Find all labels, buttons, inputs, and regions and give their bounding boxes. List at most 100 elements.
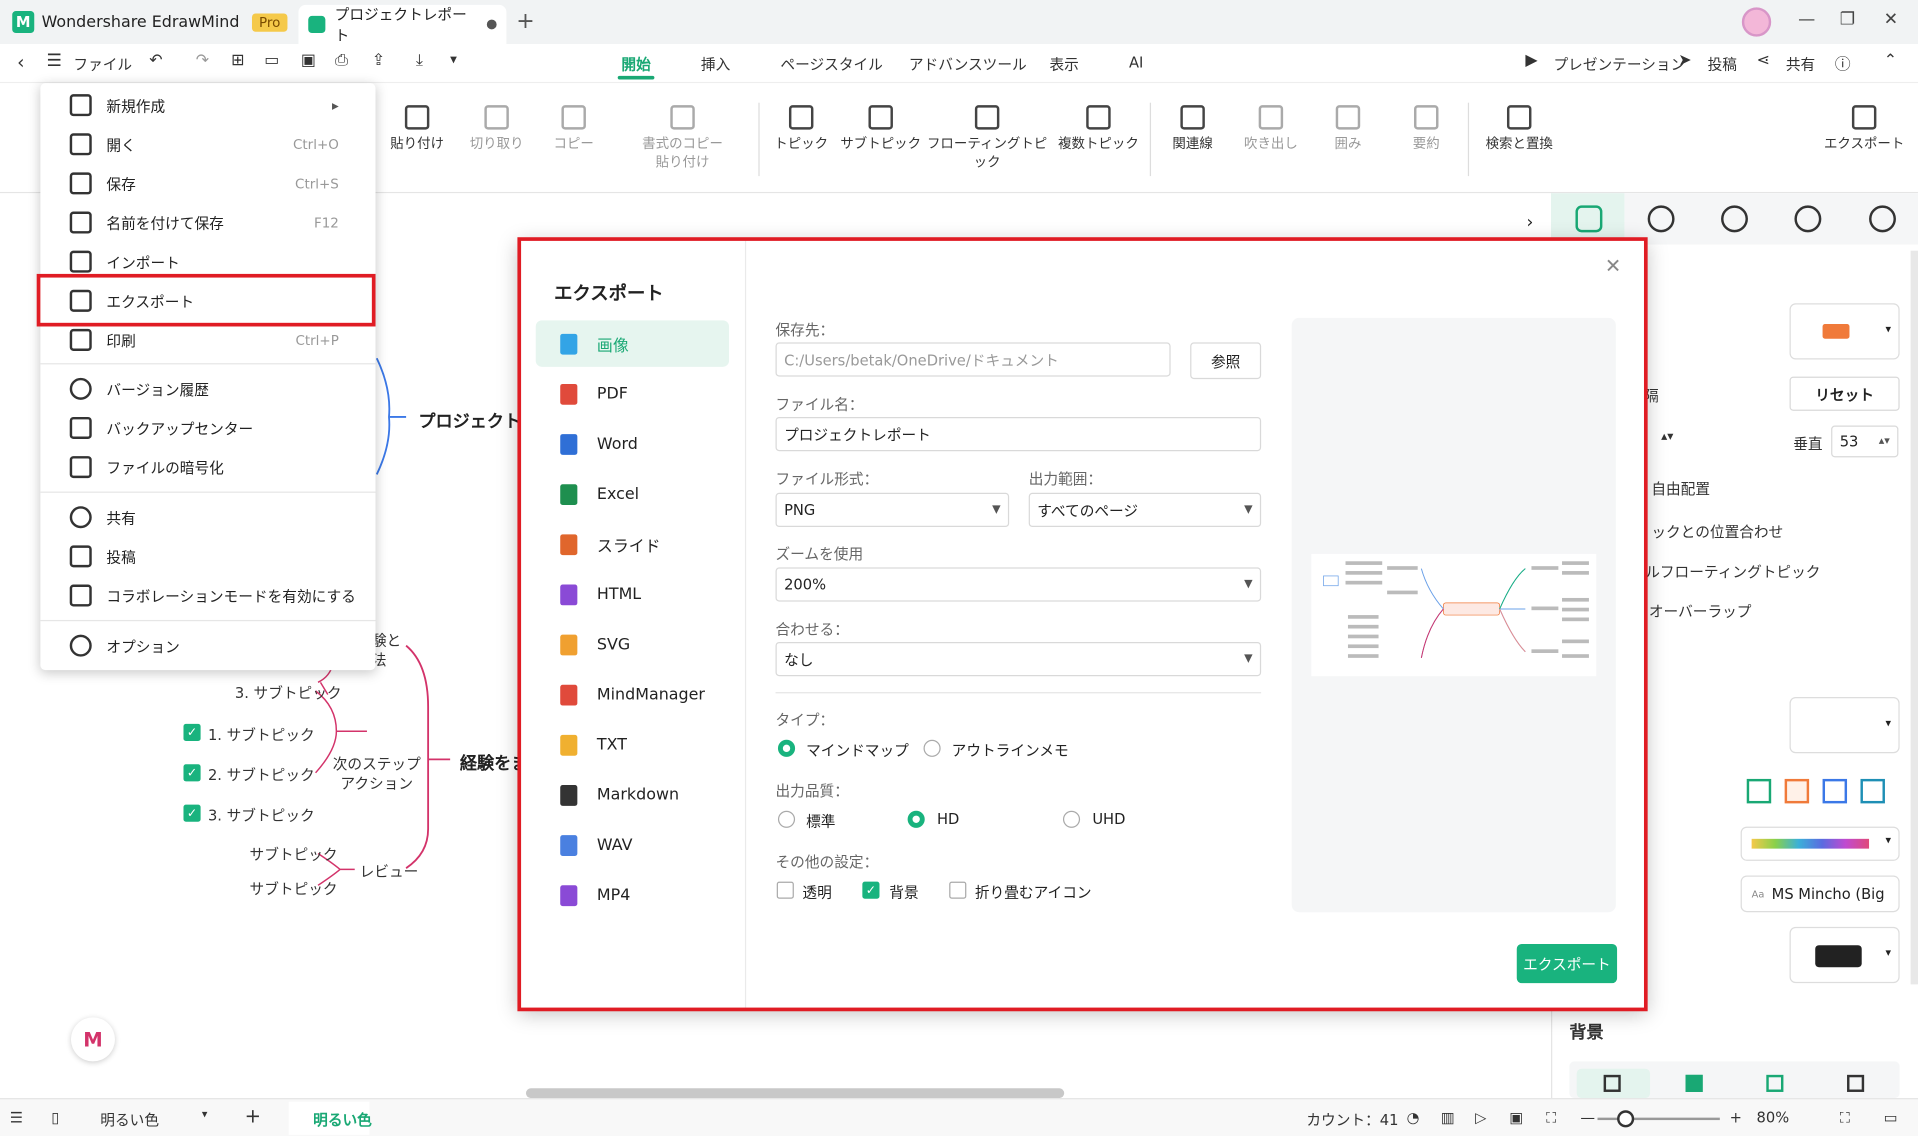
subtopic[interactable]: 1. サブトピック xyxy=(208,724,315,745)
page-icon[interactable]: ▯ xyxy=(51,1109,59,1126)
find-replace-button[interactable]: 検索と置換 xyxy=(1470,105,1568,153)
subtopic[interactable]: 3. サブトピック xyxy=(235,682,342,703)
task-checkbox[interactable]: ✓ xyxy=(183,804,201,822)
zoom-slider[interactable] xyxy=(1597,1117,1720,1121)
vertical-spacing-input[interactable]: 53 ▴▾ xyxy=(1831,425,1899,458)
menu-item-backup-center[interactable]: バックアップセンター xyxy=(40,408,375,447)
chevron-down-icon[interactable]: ▾ xyxy=(202,1109,208,1121)
import-icon[interactable]: ⤓ xyxy=(416,51,423,69)
branch-style-dropdown[interactable]: ▾ xyxy=(1789,696,1900,754)
theme-swatch-icon[interactable] xyxy=(1860,778,1885,804)
play-icon[interactable]: ▷ xyxy=(1475,1109,1486,1126)
theme-swatch-icon[interactable] xyxy=(1822,778,1848,804)
task-checkbox[interactable]: ✓ xyxy=(183,723,201,742)
horizontal-scrollbar[interactable] xyxy=(525,1088,1065,1099)
texture-fill-icon[interactable] xyxy=(1766,1074,1784,1092)
minimize-icon[interactable]: — xyxy=(1798,10,1815,30)
tab-ai[interactable]: AI xyxy=(1129,54,1143,71)
fullscreen-icon[interactable]: ⛶ xyxy=(1840,1109,1850,1127)
theme-selector[interactable]: 明るい色 xyxy=(100,1109,159,1130)
share-icon[interactable]: ⋖ xyxy=(1757,51,1770,69)
collapse-ribbon-icon[interactable]: ⌃ xyxy=(1884,51,1897,69)
help-icon[interactable]: ⓘ xyxy=(1835,51,1851,74)
copy-button[interactable]: コピー xyxy=(525,105,623,153)
style-tab-icon[interactable] xyxy=(1575,205,1603,233)
tab-advanced-tools[interactable]: アドバンスツール xyxy=(909,54,1027,75)
menu-item-open[interactable]: 開く Ctrl+O xyxy=(40,125,375,164)
new-tab-icon[interactable]: + xyxy=(516,9,534,35)
hamburger-icon[interactable]: ☰ xyxy=(46,51,61,71)
tab-page-style[interactable]: ページスタイル xyxy=(780,54,882,75)
print-icon[interactable]: ⎙ xyxy=(335,51,348,69)
summary-button[interactable]: 要約 xyxy=(1377,105,1475,153)
publish-button[interactable]: 投稿 xyxy=(1708,54,1737,75)
export-icon[interactable]: ⇪ xyxy=(372,51,385,69)
open-folder-icon[interactable]: ▭ xyxy=(264,51,279,69)
presentation-icon[interactable]: ▶ xyxy=(1525,51,1537,69)
topic-next-step[interactable]: 次のステップ アクション xyxy=(333,754,421,793)
menu-item-options[interactable]: オプション xyxy=(40,626,375,665)
file-menu-button[interactable]: ファイル xyxy=(73,54,132,75)
focus-icon[interactable]: ◔ xyxy=(1407,1109,1420,1126)
menu-item-publish[interactable]: 投稿 xyxy=(40,537,375,576)
layout-dropdown[interactable]: ▾ xyxy=(1789,303,1900,360)
font-dropdown[interactable]: Aa MS Mincho (Big xyxy=(1740,875,1900,913)
format-painter-button[interactable]: 書式のコピー 貼り付け xyxy=(634,105,732,171)
zoom-out-icon[interactable]: — xyxy=(1580,1109,1595,1126)
back-icon[interactable]: ‹ xyxy=(17,51,24,73)
book-icon[interactable]: ▥ xyxy=(1441,1109,1455,1126)
new-icon[interactable]: ⊞ xyxy=(231,51,244,69)
undo-icon[interactable]: ↶ xyxy=(149,51,162,69)
theme-swatch-icon[interactable] xyxy=(1784,778,1810,804)
save-icon[interactable]: ▣ xyxy=(301,51,316,69)
menu-item-share[interactable]: 共有 xyxy=(40,498,375,537)
zoom-slider-handle[interactable] xyxy=(1617,1110,1635,1128)
floating-topic-button[interactable]: フローティングトピック xyxy=(926,105,1048,171)
menu-item-collaboration[interactable]: コラボレーションモードを有効にする xyxy=(40,576,375,615)
multiple-topics-button[interactable]: 複数トピック xyxy=(1050,105,1148,153)
add-page-icon[interactable]: + xyxy=(245,1104,261,1127)
image-fill-icon[interactable] xyxy=(1847,1074,1865,1092)
panel-toggle-icon[interactable]: ▭ xyxy=(1884,1109,1898,1126)
theme-swatch-icon[interactable] xyxy=(1746,778,1772,804)
subtopic[interactable]: サブトピック xyxy=(250,878,338,899)
document-tab[interactable]: プロジェクトレポート xyxy=(298,4,507,44)
subtopic-button[interactable]: サブトピック xyxy=(832,105,930,153)
menu-item-encrypt[interactable]: ファイルの暗号化 xyxy=(40,448,375,487)
close-window-icon[interactable]: ✕ xyxy=(1884,10,1898,30)
presentation-button[interactable]: プレゼンテーション xyxy=(1553,54,1685,75)
panel-scrollbar[interactable] xyxy=(1910,250,1918,985)
menu-item-save[interactable]: 保存 Ctrl+S xyxy=(40,164,375,203)
publish-icon[interactable]: ➤ xyxy=(1678,51,1691,69)
restore-icon[interactable]: ❐ xyxy=(1840,10,1855,30)
zoom-in-icon[interactable]: + xyxy=(1730,1109,1742,1126)
share-button[interactable]: 共有 xyxy=(1786,54,1815,75)
tab-insert[interactable]: 挿入 xyxy=(701,54,730,75)
ribbon-export-button[interactable]: エクスポート xyxy=(1815,105,1913,153)
outline-icon[interactable]: ☰ xyxy=(10,1109,23,1126)
fullscreen-fit-icon[interactable]: ⛶ xyxy=(1546,1109,1556,1127)
fill-color-dropdown[interactable]: ▾ xyxy=(1789,926,1900,984)
history-tab-icon[interactable] xyxy=(1869,205,1896,233)
menu-item-print[interactable]: 印刷 Ctrl+P xyxy=(40,320,375,359)
avatar[interactable] xyxy=(1741,7,1772,37)
task-checkbox[interactable]: ✓ xyxy=(183,764,201,782)
emoji-tab-icon[interactable] xyxy=(1721,205,1748,233)
redo-icon[interactable]: ↷ xyxy=(196,51,209,69)
menu-item-version-history[interactable]: バージョン履歴 xyxy=(40,369,375,408)
reset-button[interactable]: リセット xyxy=(1789,376,1900,411)
tab-view[interactable]: 表示 xyxy=(1050,54,1079,75)
fit-page-icon[interactable]: ▣ xyxy=(1509,1109,1523,1126)
ai-assistant-icon[interactable]: M xyxy=(70,1017,115,1062)
solid-fill-icon[interactable] xyxy=(1685,1074,1703,1092)
subtopic[interactable]: 2. サブトピック xyxy=(208,764,315,785)
menu-item-new[interactable]: 新規作成 ▸ xyxy=(40,86,375,125)
spinner-arrows-icon[interactable]: ▴▾ xyxy=(1661,430,1673,443)
topic-review[interactable]: レビュー xyxy=(360,861,419,882)
menu-item-save-as[interactable]: 名前を付けて保存 F12 xyxy=(40,203,375,242)
tab-start[interactable]: 開始 xyxy=(621,54,650,75)
zoom-level[interactable]: 80% xyxy=(1757,1109,1790,1126)
ai-sparkle-tab-icon[interactable] xyxy=(1647,205,1675,233)
more-icon[interactable]: ▾ xyxy=(450,51,457,67)
color-palette-dropdown[interactable]: ▾ xyxy=(1740,826,1900,861)
